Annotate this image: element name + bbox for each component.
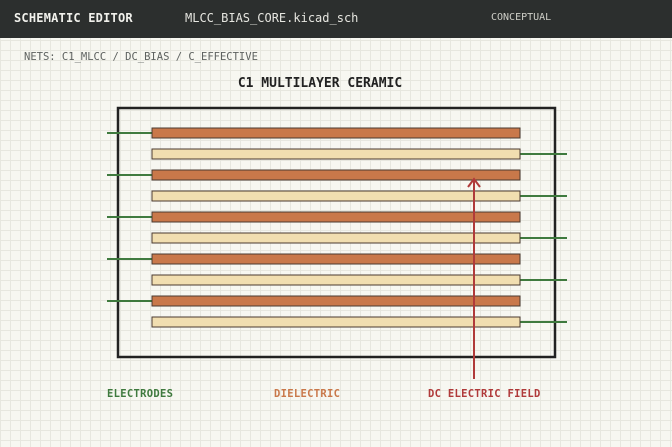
dielectric-layer-2[interactable] (151, 148, 521, 160)
electrode-plate-1[interactable] (151, 127, 521, 139)
dielectric-layer-8[interactable] (151, 274, 521, 286)
legend-dc-field: DC ELECTRIC FIELD (428, 388, 541, 400)
electrode-plate-7[interactable] (151, 253, 521, 265)
electrode-plate-3[interactable] (151, 169, 521, 181)
dielectric-layer-10[interactable] (151, 316, 521, 328)
electrode-plate-9[interactable] (151, 295, 521, 307)
layer-stack (107, 127, 567, 328)
dielectric-layer-6[interactable] (151, 232, 521, 244)
capacitor-schematic[interactable] (0, 0, 672, 447)
electrode-plate-5[interactable] (151, 211, 521, 223)
legend-dielectric: DIELECTRIC (274, 388, 341, 400)
legend-electrodes: ELECTRODES (107, 388, 174, 400)
dielectric-layer-4[interactable] (151, 190, 521, 202)
